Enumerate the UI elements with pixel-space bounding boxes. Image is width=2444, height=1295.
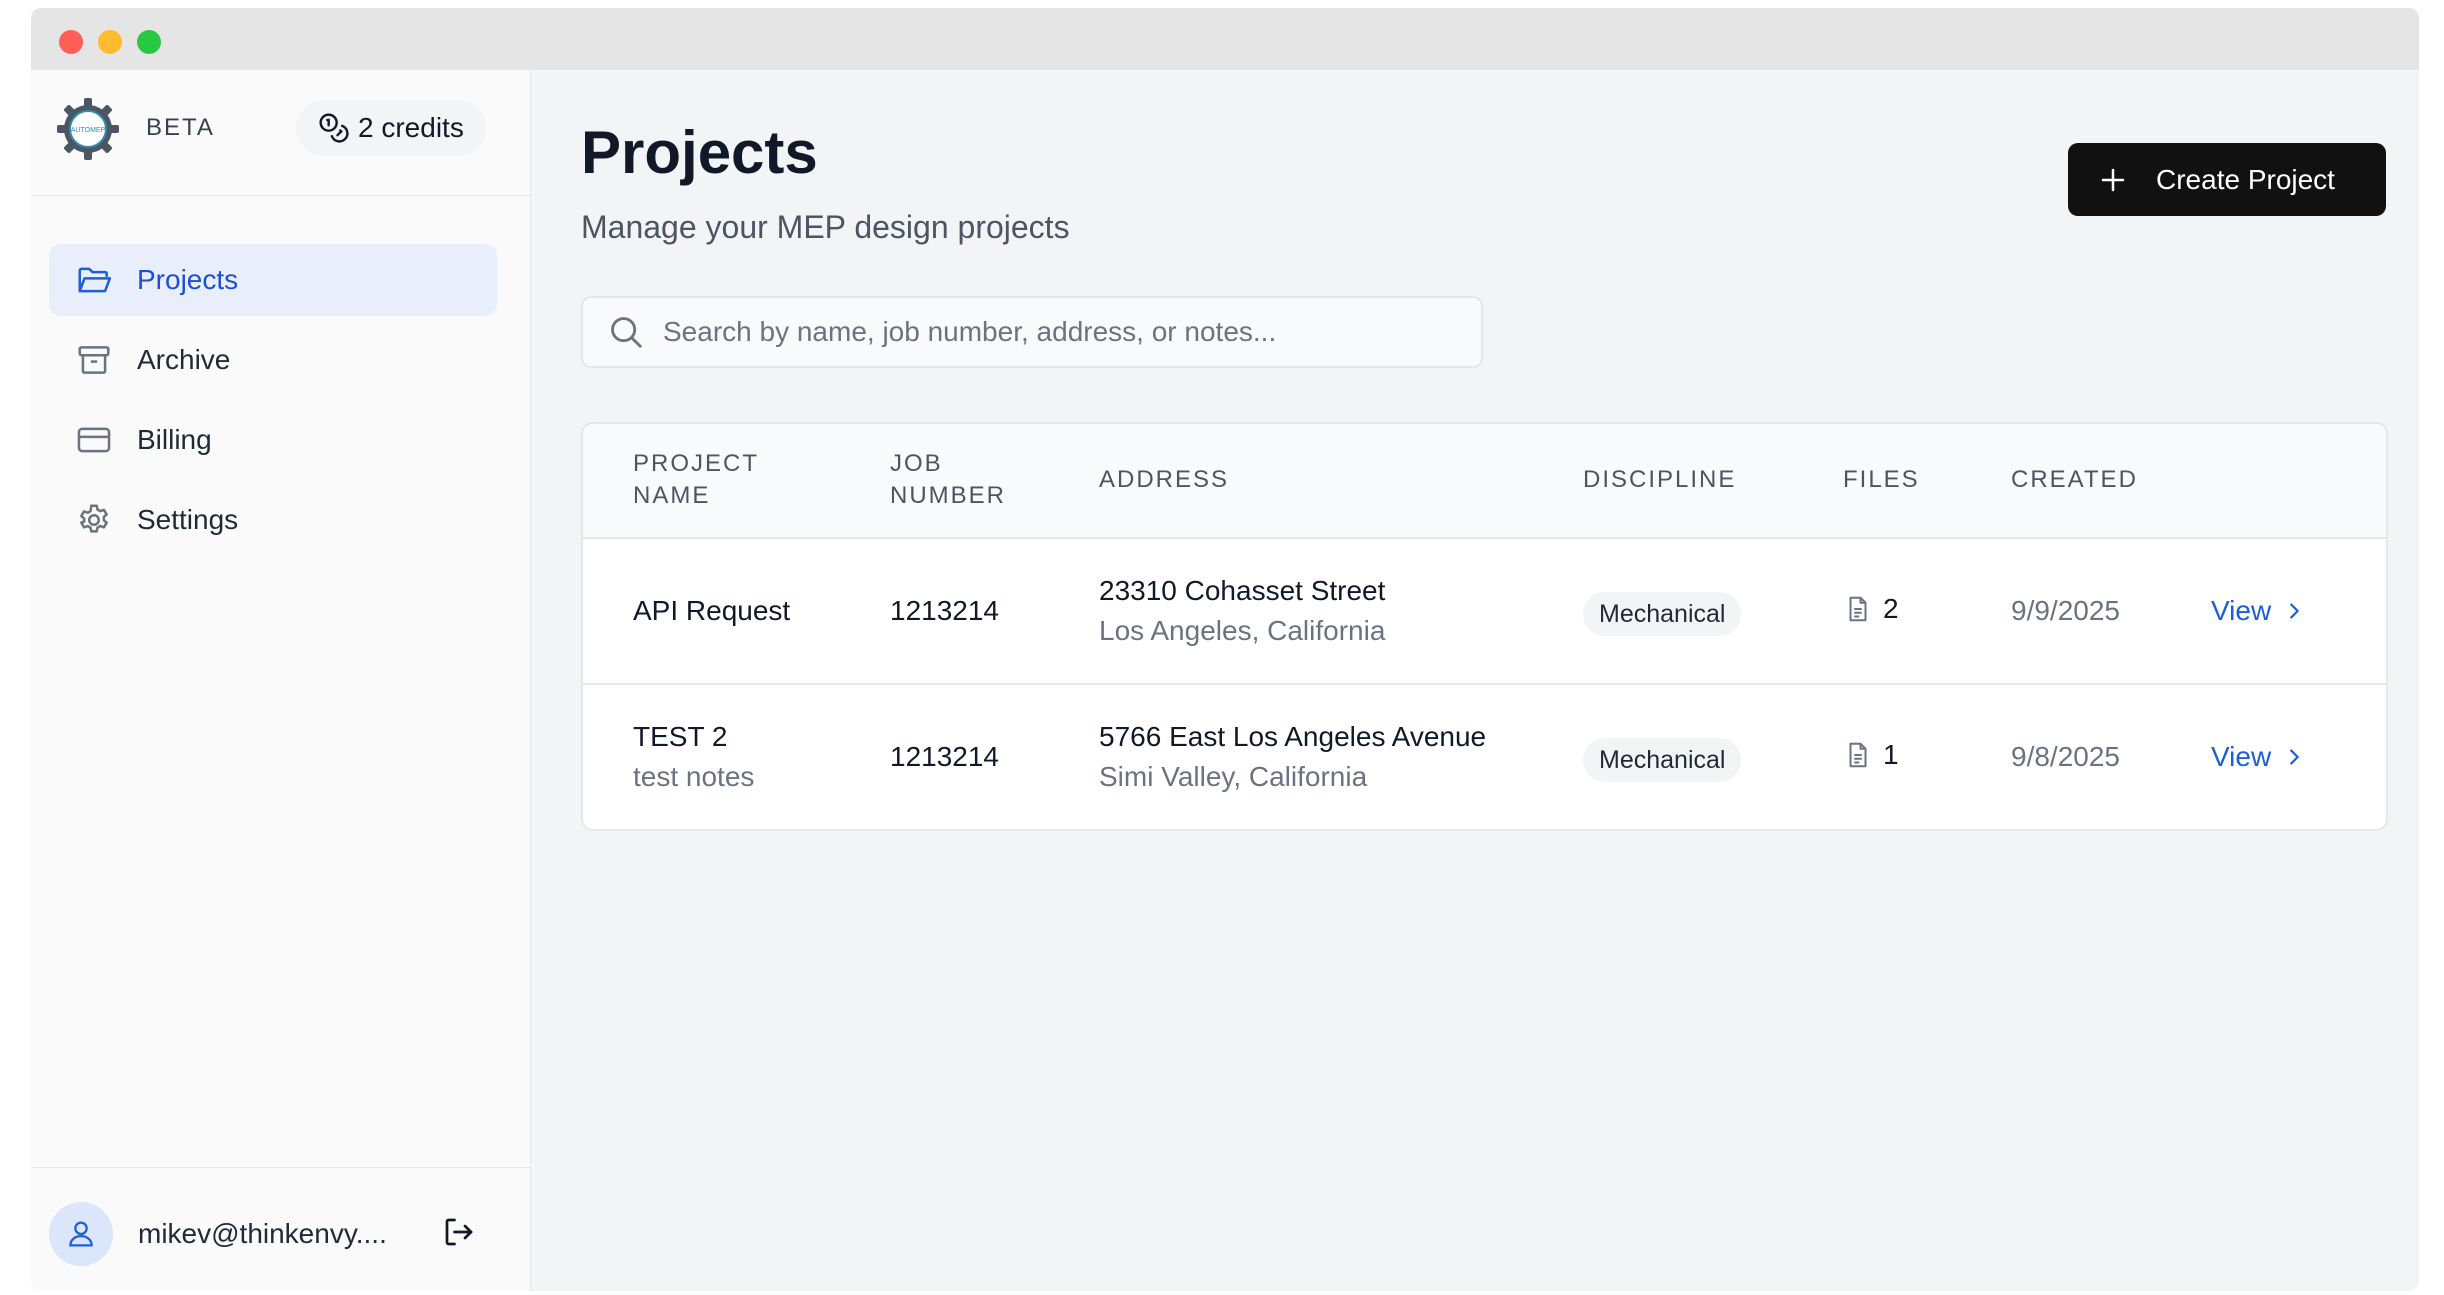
table-row[interactable]: API Request 1213214 23310 Cohasset Stree… bbox=[583, 539, 2386, 685]
table-row[interactable]: TEST 2 test notes 1213214 5766 East Los … bbox=[583, 685, 2386, 829]
project-name: API Request bbox=[633, 595, 791, 626]
beta-label: BETA bbox=[146, 114, 215, 141]
search-box bbox=[581, 296, 1483, 368]
close-window-button[interactable] bbox=[59, 30, 83, 54]
address-city: Simi Valley, California bbox=[1099, 761, 1368, 792]
sidebar-item-billing[interactable]: Billing bbox=[49, 404, 497, 476]
gear-icon bbox=[80, 504, 108, 533]
discipline-badge: Mechanical bbox=[1583, 738, 1742, 782]
sidebar: AUTOMEP BETA 2 credits Projects Archive … bbox=[31, 70, 531, 1291]
sidebar-item-label: Billing bbox=[137, 424, 212, 455]
files-count-value: 1 bbox=[1883, 739, 1899, 770]
header-line: NAME bbox=[633, 482, 711, 509]
page-title: Projects bbox=[581, 119, 818, 186]
view-label: View bbox=[2211, 595, 2272, 626]
create-project-button[interactable]: Create Project bbox=[2068, 143, 2386, 216]
discipline-badge: Mechanical bbox=[1583, 592, 1742, 636]
avatar[interactable] bbox=[49, 1202, 113, 1266]
sidebar-item-archive[interactable]: Archive bbox=[49, 324, 497, 396]
view-label: View bbox=[2211, 741, 2272, 772]
credits-label: 2 credits bbox=[358, 112, 464, 143]
chevron-right-icon bbox=[2290, 749, 2299, 765]
sidebar-item-label: Settings bbox=[137, 504, 239, 535]
archive-icon bbox=[78, 346, 110, 374]
column-header-job-number[interactable]: JOB NUMBER bbox=[890, 448, 1006, 512]
created-date: 9/8/2025 bbox=[2011, 741, 2120, 772]
file-icon bbox=[1849, 742, 1867, 768]
projects-table: PROJECT NAME JOB NUMBER ADDRESS DISCIPLI… bbox=[581, 422, 2388, 831]
user-footer: mikev@thinkenvy.... bbox=[31, 1167, 530, 1291]
header-line: PROJECT bbox=[633, 450, 760, 477]
project-notes: test notes bbox=[633, 761, 755, 792]
sidebar-nav: Projects Archive Billing Settings bbox=[49, 244, 497, 564]
credit-card-icon bbox=[77, 427, 111, 453]
files-count-value: 2 bbox=[1883, 593, 1899, 624]
file-icon bbox=[1849, 596, 1867, 622]
created-date: 9/9/2025 bbox=[2011, 595, 2120, 626]
sidebar-item-label: Projects bbox=[137, 264, 239, 295]
app-window: AUTOMEP BETA 2 credits Projects Archive … bbox=[31, 8, 2419, 1291]
header-line: NUMBER bbox=[890, 482, 1007, 509]
column-header-project-name[interactable]: PROJECT NAME bbox=[633, 448, 759, 512]
address-city: Los Angeles, California bbox=[1099, 615, 1386, 646]
project-name: TEST 2 bbox=[633, 721, 728, 752]
sidebar-item-projects[interactable]: Projects bbox=[49, 244, 497, 316]
view-link[interactable]: View bbox=[2211, 595, 2305, 627]
chevron-right-icon bbox=[2290, 603, 2299, 619]
logout-icon[interactable] bbox=[441, 1214, 477, 1250]
table-header: PROJECT NAME JOB NUMBER ADDRESS DISCIPLI… bbox=[583, 424, 2386, 539]
address-street: 5766 East Los Angeles Avenue bbox=[1099, 721, 1487, 752]
plus-icon bbox=[2101, 168, 2125, 191]
sidebar-item-label: Archive bbox=[137, 344, 231, 375]
column-header-address[interactable]: ADDRESS bbox=[1099, 464, 1229, 496]
files-count: 1 bbox=[1843, 739, 1899, 771]
credits-badge[interactable]: 2 credits bbox=[296, 100, 486, 156]
column-header-files[interactable]: FILES bbox=[1843, 464, 1920, 496]
job-number: 1213214 bbox=[890, 741, 1000, 772]
column-header-discipline[interactable]: DISCIPLINE bbox=[1583, 464, 1736, 496]
job-number: 1213214 bbox=[890, 595, 1000, 626]
brand-header: AUTOMEP BETA 2 credits bbox=[31, 70, 530, 196]
user-email: mikev@thinkenvy.... bbox=[138, 1218, 387, 1249]
sidebar-item-settings[interactable]: Settings bbox=[49, 484, 497, 556]
title-bar bbox=[31, 8, 2419, 70]
search-icon bbox=[611, 317, 642, 348]
folder-open-icon bbox=[78, 267, 112, 293]
view-link[interactable]: View bbox=[2211, 741, 2305, 773]
address-street: 23310 Cohasset Street bbox=[1099, 575, 1386, 606]
column-header-created[interactable]: CREATED bbox=[2011, 464, 2138, 496]
maximize-window-button[interactable] bbox=[137, 30, 161, 54]
coins-icon bbox=[319, 113, 349, 143]
main-content: Projects Manage your MEP design projects… bbox=[531, 70, 2419, 1291]
page-subtitle: Manage your MEP design projects bbox=[581, 209, 1070, 245]
search-input[interactable] bbox=[663, 316, 1463, 348]
create-project-label: Create Project bbox=[2156, 163, 2335, 195]
header-line: JOB bbox=[890, 450, 943, 477]
files-count: 2 bbox=[1843, 593, 1899, 625]
minimize-window-button[interactable] bbox=[98, 30, 122, 54]
automep-logo: AUTOMEP bbox=[57, 98, 119, 160]
user-icon bbox=[69, 1221, 93, 1247]
logo-text: AUTOMEP bbox=[71, 127, 106, 134]
